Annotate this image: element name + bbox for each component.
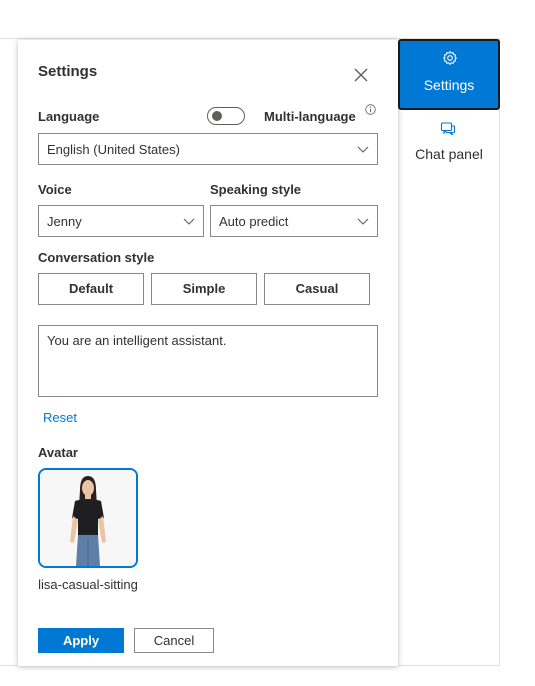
voice-select-value: Jenny xyxy=(47,214,82,229)
panel-title: Settings xyxy=(38,63,98,80)
chevron-down-icon xyxy=(357,218,369,225)
sidebar-item-settings-label: Settings xyxy=(423,77,475,93)
conversation-style-simple-button[interactable]: Simple xyxy=(151,273,257,305)
cancel-button[interactable]: Cancel xyxy=(134,628,214,653)
avatar-name: lisa-casual-sitting xyxy=(38,577,138,592)
language-select-value: English (United States) xyxy=(47,142,180,157)
conversation-style-label: Conversation style xyxy=(38,250,155,265)
language-label: Language xyxy=(38,109,100,124)
multi-language-label: Multi-language xyxy=(264,109,356,124)
speaking-style-select-value: Auto predict xyxy=(219,214,289,229)
sidebar-item-chat-panel[interactable]: Chat panel xyxy=(398,116,500,170)
conversation-style-casual-button[interactable]: Casual xyxy=(264,273,370,305)
sidebar-item-settings[interactable]: Settings xyxy=(398,39,500,110)
avatar-label: Avatar xyxy=(38,445,78,460)
system-prompt-textarea[interactable]: You are an intelligent assistant. xyxy=(38,325,378,397)
speaking-style-label: Speaking style xyxy=(210,182,302,197)
voice-label: Voice xyxy=(38,182,72,197)
close-icon[interactable] xyxy=(352,66,370,84)
multi-language-toggle[interactable] xyxy=(207,107,245,125)
chevron-down-icon xyxy=(357,146,369,153)
apply-button[interactable]: Apply xyxy=(38,628,124,653)
chat-icon xyxy=(440,122,456,136)
voice-select[interactable]: Jenny xyxy=(38,205,204,237)
language-select[interactable]: English (United States) xyxy=(38,133,378,165)
speaking-style-select[interactable]: Auto predict xyxy=(210,205,378,237)
toggle-knob xyxy=(212,111,222,121)
info-icon[interactable] xyxy=(365,104,376,115)
gear-icon xyxy=(443,51,457,65)
reset-link[interactable]: Reset xyxy=(43,410,77,425)
avatar-card[interactable] xyxy=(38,468,138,568)
chevron-down-icon xyxy=(183,218,195,225)
avatar-image xyxy=(40,470,136,566)
conversation-style-default-button[interactable]: Default xyxy=(38,273,144,305)
sidebar-item-chat-panel-label: Chat panel xyxy=(415,146,483,162)
